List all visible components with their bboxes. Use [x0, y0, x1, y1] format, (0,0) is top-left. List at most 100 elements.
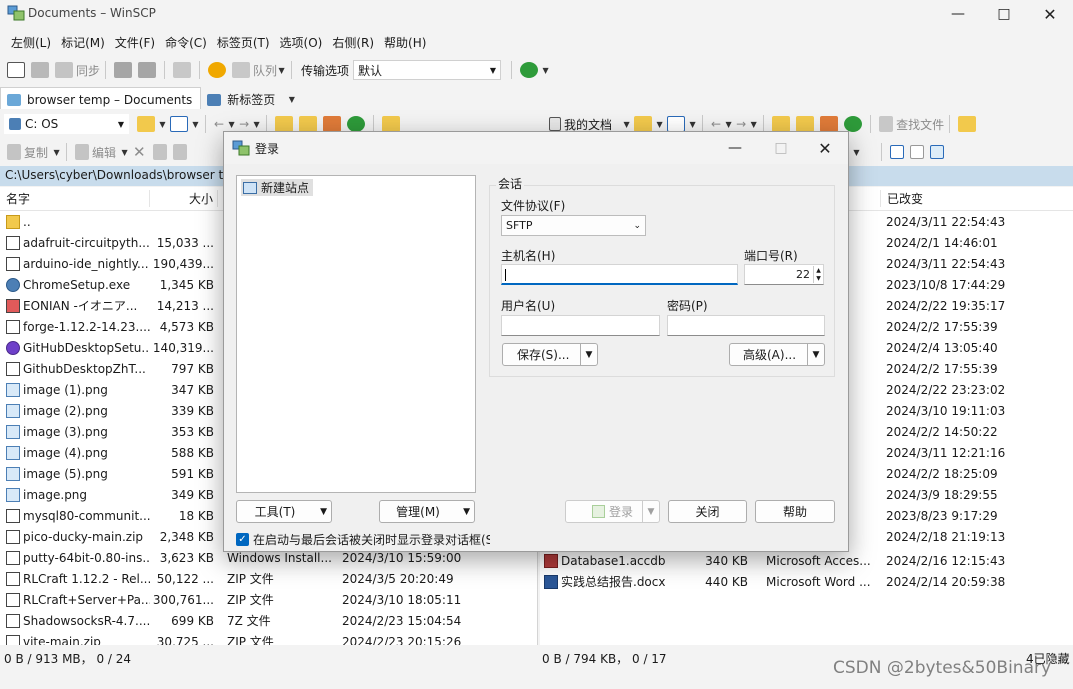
site-tree[interactable]: 新建站点: [236, 175, 476, 493]
table-row[interactable]: ShadowsocksR-4.7.... 699 KB 7Z 文件 2024/2/23…: [0, 610, 537, 631]
sync-refresh-dropdown-icon[interactable]: ▼: [541, 62, 550, 78]
host-input[interactable]: [501, 264, 738, 285]
help-button[interactable]: 帮助: [755, 500, 835, 523]
chevron-down-icon[interactable]: ▼: [622, 116, 631, 132]
chevron-down-icon[interactable]: ▼: [724, 116, 733, 132]
sync-browse-icon[interactable]: [31, 62, 49, 78]
dialog-minimize-button[interactable]: —: [712, 134, 758, 162]
left-drive-select[interactable]: C: OS ▼: [4, 114, 129, 134]
copy-label[interactable]: 复制: [24, 144, 48, 161]
port-input[interactable]: 22 ▲ ▼: [744, 264, 824, 285]
sync-label[interactable]: 同步: [76, 62, 100, 79]
save-dropdown-icon[interactable]: ▼: [580, 344, 597, 365]
table-row[interactable]: RLCraft 1.12.2 - Rel... 50,122 ... ZIP 文件 2…: [0, 568, 537, 589]
edit-label[interactable]: 编辑: [92, 144, 116, 161]
menu-item[interactable]: 命令(C): [160, 30, 212, 52]
chevron-down-icon[interactable]: ▼: [52, 144, 61, 160]
queue-icon[interactable]: [232, 62, 251, 78]
select-minus-icon[interactable]: [910, 145, 924, 159]
home-icon[interactable]: [820, 116, 839, 132]
forward-icon[interactable]: →: [239, 117, 249, 131]
tab-new[interactable]: 新标签页 ▼: [201, 87, 304, 109]
refresh-icon[interactable]: [347, 116, 366, 132]
select-all-icon[interactable]: [930, 145, 944, 159]
find-files-label[interactable]: 查找文件: [896, 116, 944, 133]
table-row[interactable]: Database1.accdb 340 KB Microsoft Acces... 2…: [540, 550, 1073, 571]
menu-item[interactable]: 选项(O): [275, 30, 328, 52]
chevron-down-icon[interactable]: ▼: [287, 92, 296, 108]
advanced-button[interactable]: 高级(A)... ▼: [729, 343, 825, 366]
root-dir-icon[interactable]: [299, 116, 318, 132]
login-button[interactable]: 登录 ▼: [565, 500, 660, 523]
refresh-list-icon[interactable]: [173, 62, 192, 78]
putty-icon[interactable]: [138, 62, 157, 78]
chevron-down-icon[interactable]: ▼: [227, 116, 236, 132]
close-button[interactable]: 关闭: [668, 500, 747, 523]
root-dir-icon[interactable]: [796, 116, 815, 132]
open-folder-icon[interactable]: [634, 116, 653, 132]
table-row[interactable]: 实践总结报告.docx 440 KB Microsoft Word ... 2024/…: [540, 571, 1073, 592]
maximize-button[interactable]: □: [981, 0, 1027, 28]
queue-dropdown-icon[interactable]: ▼: [277, 62, 286, 78]
chevron-down-icon[interactable]: ▼: [158, 116, 167, 132]
menu-item[interactable]: 左侧(L): [6, 30, 56, 52]
table-row[interactable]: RLCraft+Server+Pa... 300,761... ZIP 文件 2024…: [0, 589, 537, 610]
compare-dirs-icon[interactable]: [7, 62, 25, 78]
filter-icon[interactable]: [667, 116, 686, 132]
copy-icon[interactable]: [7, 144, 21, 160]
user-input[interactable]: [501, 315, 660, 336]
chevron-down-icon[interactable]: ▼: [688, 116, 697, 132]
transfer-settings-select[interactable]: 默认 ▼: [353, 60, 502, 80]
select-plus-icon[interactable]: [890, 145, 904, 159]
minimize-button[interactable]: —: [935, 0, 981, 28]
menu-item[interactable]: 标记(M): [56, 30, 110, 52]
dialog-close-button[interactable]: ✕: [802, 134, 848, 162]
chevron-down-icon[interactable]: ▼: [252, 116, 261, 132]
right-location-label[interactable]: 我的文档: [564, 116, 612, 133]
forward-icon[interactable]: →: [736, 117, 746, 131]
chevron-down-icon[interactable]: ▼: [655, 116, 664, 132]
protocol-select[interactable]: SFTP ⌄: [501, 215, 646, 236]
advanced-dropdown-icon[interactable]: ▼: [807, 344, 824, 365]
chevron-down-icon[interactable]: ▼: [120, 144, 129, 160]
gear-icon[interactable]: [208, 62, 227, 78]
edit-icon[interactable]: [75, 144, 90, 160]
sync-folder-icon[interactable]: [55, 62, 73, 78]
tools-button[interactable]: 工具(T) ▼: [236, 500, 332, 523]
rename-icon[interactable]: [152, 144, 167, 160]
password-input[interactable]: [667, 315, 825, 336]
menu-item[interactable]: 右侧(R): [327, 30, 379, 52]
delete-icon[interactable]: ✕: [133, 143, 146, 161]
save-button[interactable]: 保存(S)... ▼: [502, 343, 598, 366]
parent-dir-icon[interactable]: [275, 116, 294, 132]
chevron-down-icon[interactable]: ▼: [191, 116, 200, 132]
tree-icon[interactable]: [382, 116, 401, 132]
manage-button[interactable]: 管理(M) ▼: [379, 500, 475, 523]
menu-item[interactable]: 标签页(T): [212, 30, 275, 52]
show-login-checkbox[interactable]: ✓ 在启动与最后会话被关闭时显示登录对话框(S: [236, 531, 490, 547]
tab-browser-temp[interactable]: browser temp – Documents: [0, 87, 202, 109]
filter-icon[interactable]: [170, 116, 188, 132]
port-spinner[interactable]: ▲ ▼: [813, 266, 823, 283]
refresh-icon[interactable]: [844, 116, 863, 132]
open-folder-icon[interactable]: [137, 116, 155, 132]
parent-dir-icon[interactable]: [772, 116, 791, 132]
back-icon[interactable]: ←: [711, 117, 721, 131]
terminal-icon[interactable]: [114, 62, 133, 78]
properties-icon[interactable]: [172, 144, 187, 160]
column-name[interactable]: 名字 ˄: [0, 190, 150, 207]
sync-refresh-icon[interactable]: [520, 62, 539, 78]
queue-label[interactable]: 队列: [253, 62, 277, 79]
back-icon[interactable]: ←: [214, 117, 224, 131]
table-row[interactable]: vite-main.zip 30,725 ... ZIP 文件 2024/2/23 2…: [0, 631, 537, 645]
tree-icon[interactable]: [958, 116, 977, 132]
close-window-button[interactable]: ✕: [1027, 0, 1073, 28]
find-files-icon[interactable]: [879, 116, 894, 132]
site-tree-item[interactable]: 新建站点: [241, 179, 314, 196]
menu-item[interactable]: 帮助(H): [379, 30, 431, 52]
column-size[interactable]: 大小: [150, 190, 218, 207]
chevron-down-icon[interactable]: ▼: [852, 144, 861, 160]
chevron-down-icon[interactable]: ▼: [749, 116, 758, 132]
home-icon[interactable]: [323, 116, 342, 132]
dialog-maximize-button[interactable]: □: [758, 134, 804, 162]
